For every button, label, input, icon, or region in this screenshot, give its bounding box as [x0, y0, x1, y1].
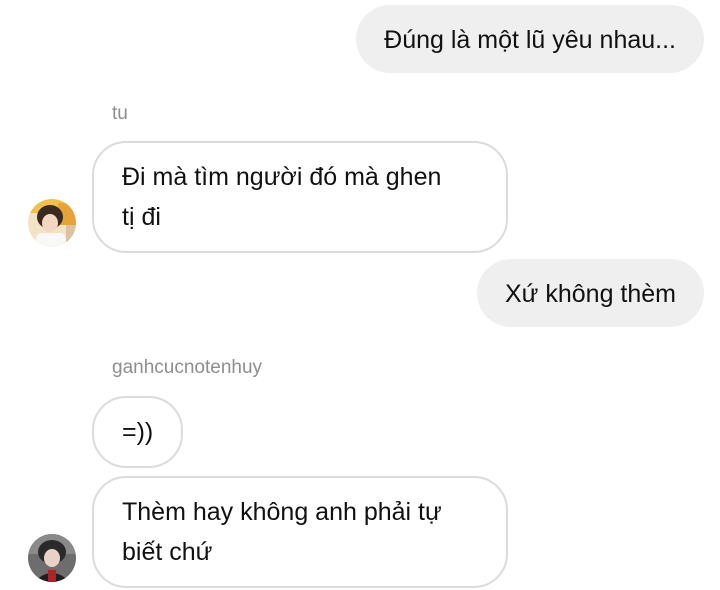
sent-message-bubble[interactable]: Đúng là một lũ yêu nhau...: [356, 5, 704, 73]
avatar[interactable]: [28, 199, 76, 247]
received-message-bubble[interactable]: =)): [92, 396, 184, 468]
avatar-image: [28, 534, 76, 582]
sender-name: tu: [112, 103, 128, 124]
avatar[interactable]: [28, 534, 76, 582]
message-text-line: Thèm hay không anh phải tự: [122, 498, 442, 526]
avatar-image: [28, 199, 76, 247]
sent-message-bubble[interactable]: Xứ không thèm: [477, 259, 704, 327]
message-text-line: tị đi: [122, 203, 161, 231]
message-text: Đúng là một lũ yêu nhau...: [384, 26, 676, 54]
received-message-bubble[interactable]: Thèm hay không anh phải tự biết chứ: [92, 476, 508, 588]
message-text: =)): [122, 418, 154, 446]
message-text-line: biết chứ: [122, 538, 213, 566]
message-text-line: Đi mà tìm người đó mà ghen: [122, 163, 442, 191]
sender-name: ganhcucnotenhuy: [112, 357, 263, 378]
received-message-bubble[interactable]: Đi mà tìm người đó mà ghen tị đi: [92, 141, 508, 253]
message-text: Xứ không thèm: [505, 280, 676, 308]
